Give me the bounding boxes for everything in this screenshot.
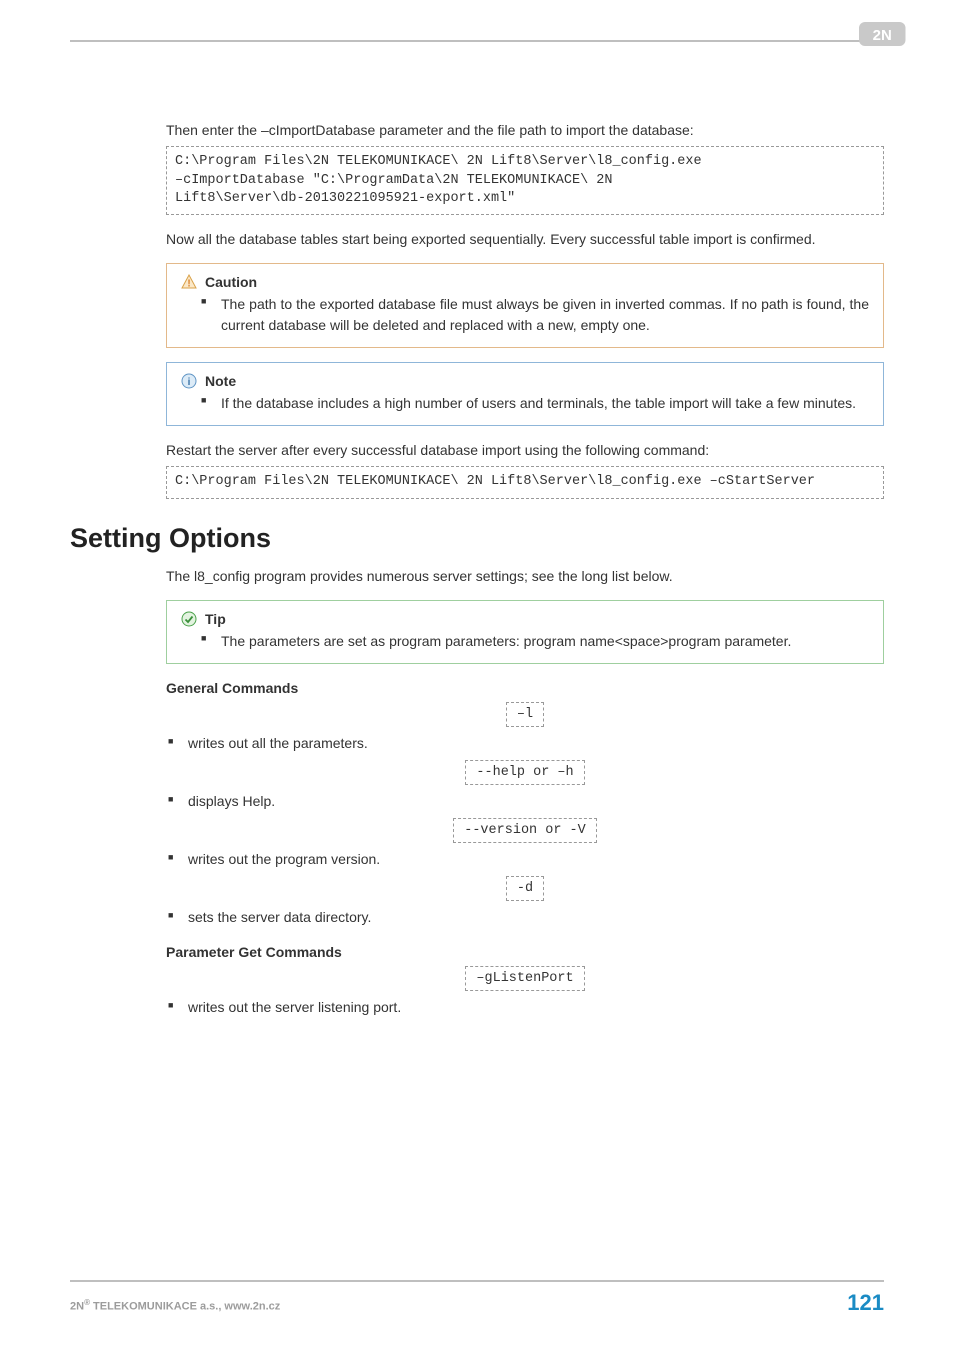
warning-icon: ! (181, 274, 197, 290)
cmd-glistenport: –gListenPort (465, 966, 584, 991)
svg-text:!: ! (187, 279, 190, 290)
cmd-data-dir-desc: sets the server data directory. (188, 907, 884, 928)
intro-paragraph: Then enter the –cImportDatabase paramete… (166, 120, 884, 140)
tip-callout: Tip The parameters are set as program pa… (166, 600, 884, 664)
cmd-glistenport-desc: writes out the server listening port. (188, 997, 884, 1018)
code-import-db: C:\Program Files\2N TELEKOMUNIKACE\ 2N L… (166, 146, 884, 215)
cmd-version-desc: writes out the program version. (188, 849, 884, 870)
footer-suffix: TELEKOMUNIKACE a.s., www.2n.cz (90, 1301, 280, 1313)
tip-text: The parameters are set as program parame… (221, 631, 869, 651)
info-icon: i (181, 373, 197, 389)
cmd-list-params: –l (506, 702, 544, 727)
section-heading: Setting Options (70, 523, 884, 554)
paragraph-restart: Restart the server after every successfu… (166, 440, 884, 460)
caution-text: The path to the exported database file m… (221, 294, 869, 335)
footer-company: 2N® TELEKOMUNIKACE a.s., www.2n.cz (70, 1298, 280, 1313)
cmd-help-desc: displays Help. (188, 791, 884, 812)
svg-text:i: i (188, 377, 191, 388)
note-title: Note (205, 373, 236, 389)
page: 2N Then enter the –cImportDatabase param… (0, 0, 954, 1350)
paragraph-settings-intro: The l8_config program provides numerous … (166, 566, 884, 586)
svg-text:2N: 2N (873, 27, 892, 44)
header-rule (70, 40, 884, 42)
note-text: If the database includes a high number o… (221, 393, 869, 413)
footer-prefix: 2N (70, 1301, 84, 1313)
content-area: Then enter the –cImportDatabase paramete… (166, 120, 884, 1018)
paramget-heading: Parameter Get Commands (166, 944, 884, 960)
cmd-help: --help or –h (465, 760, 584, 785)
general-commands-heading: General Commands (166, 680, 884, 696)
cmd-list-params-desc: writes out all the parameters. (188, 733, 884, 754)
caution-title: Caution (205, 274, 257, 290)
note-callout: i Note If the database includes a high n… (166, 362, 884, 426)
caution-callout: ! Caution The path to the exported datab… (166, 263, 884, 348)
cmd-version: --version or -V (453, 818, 597, 843)
brand-logo: 2N (856, 18, 910, 55)
code-start-server: C:\Program Files\2N TELEKOMUNIKACE\ 2N L… (166, 466, 884, 498)
page-footer: 2N® TELEKOMUNIKACE a.s., www.2n.cz 121 (70, 1280, 884, 1316)
cmd-data-dir: -d (506, 876, 544, 901)
paragraph-export-confirm: Now all the database tables start being … (166, 229, 884, 249)
page-number: 121 (847, 1290, 884, 1316)
check-icon (181, 611, 197, 627)
tip-title: Tip (205, 611, 226, 627)
